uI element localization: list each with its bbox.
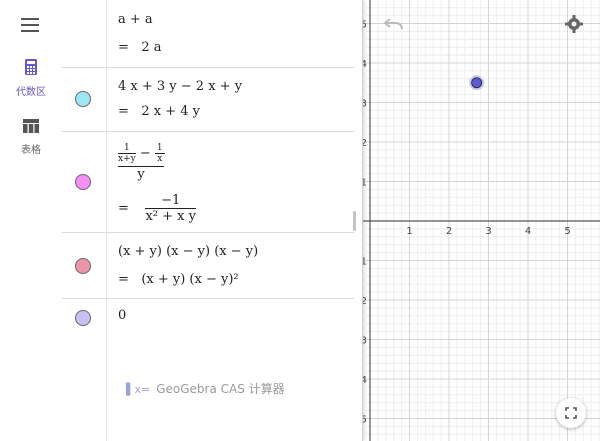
y-tick-label: −2	[363, 296, 367, 307]
cas-output: = (x + y) (x − y)²	[118, 272, 239, 287]
visibility-toggle[interactable]	[75, 310, 91, 326]
undo-icon[interactable]	[383, 16, 405, 36]
y-tick-label: −4	[363, 375, 367, 386]
cas-output: = 2 a	[118, 40, 162, 55]
cas-row[interactable]: 0	[62, 298, 354, 441]
x-tick-label: 4	[525, 226, 531, 237]
y-tick-label: −1	[363, 257, 367, 268]
rail-item-label: 代数区	[16, 87, 46, 98]
cas-input[interactable]: (x + y) (x − y) (x − y)	[118, 244, 258, 259]
x-tick-label: 1	[406, 226, 412, 237]
graphics-view[interactable]: 1 2 3 4 5 5 4 3 2 1 −1 −2 −3 −4 −5	[363, 0, 600, 441]
rail-item-table[interactable]: 表格	[0, 118, 62, 156]
fullscreen-icon[interactable]	[556, 398, 586, 428]
visibility-toggle[interactable]	[75, 174, 91, 190]
gear-icon[interactable]	[565, 15, 583, 37]
table-icon	[23, 119, 39, 133]
cas-input[interactable]: 4 x + 3 y − 2 x + y	[118, 79, 242, 94]
cas-output: = 2 x + 4 y	[118, 104, 200, 119]
rail-item-algebra[interactable]: 代数区	[0, 58, 62, 98]
point[interactable]	[471, 77, 483, 89]
y-tick-label: −5	[363, 415, 367, 426]
panel-resize-handle[interactable]	[353, 211, 356, 231]
x-tick-label: 3	[485, 226, 491, 237]
cas-row[interactable]: 1 x+y − 1x y = −1 x² + x y	[62, 131, 354, 233]
cas-input[interactable]: 1 x+y − 1x y	[118, 143, 165, 182]
y-tick-label: 1	[363, 178, 367, 189]
y-tick-label: −3	[363, 336, 367, 347]
x-tick-label: 5	[564, 226, 570, 237]
cas-row[interactable]: (x + y) (x − y) (x − y) = (x + y) (x − y…	[62, 232, 354, 299]
cas-output: = −1 x² + x y	[118, 193, 196, 224]
visibility-toggle[interactable]	[75, 91, 91, 107]
hamburger-icon[interactable]	[21, 18, 39, 32]
x-equals-icon: ▌x=	[126, 383, 151, 396]
cas-input[interactable]: 0	[118, 308, 126, 323]
x-tick-label: 2	[446, 226, 452, 237]
cas-app-label[interactable]: ▌x= GeoGebra CAS 计算器	[126, 380, 285, 397]
visibility-toggle[interactable]	[75, 258, 91, 274]
calculator-icon	[25, 59, 37, 75]
rail-item-label: 表格	[21, 145, 41, 156]
cas-row[interactable]: 4 x + 3 y − 2 x + y = 2 x + 4 y	[62, 67, 354, 132]
y-tick-label: 4	[363, 59, 367, 70]
cas-panel: a + a = 2 a 4 x + 3 y − 2 x + y = 2 x + …	[62, 0, 363, 441]
y-tick-label: 5	[363, 20, 367, 31]
y-tick-label: 3	[363, 99, 367, 110]
y-tick-label: 2	[363, 138, 367, 149]
tool-rail: 代数区 表格	[0, 0, 63, 441]
cas-row[interactable]: a + a = 2 a	[62, 0, 354, 68]
cas-input[interactable]: a + a	[118, 12, 153, 27]
